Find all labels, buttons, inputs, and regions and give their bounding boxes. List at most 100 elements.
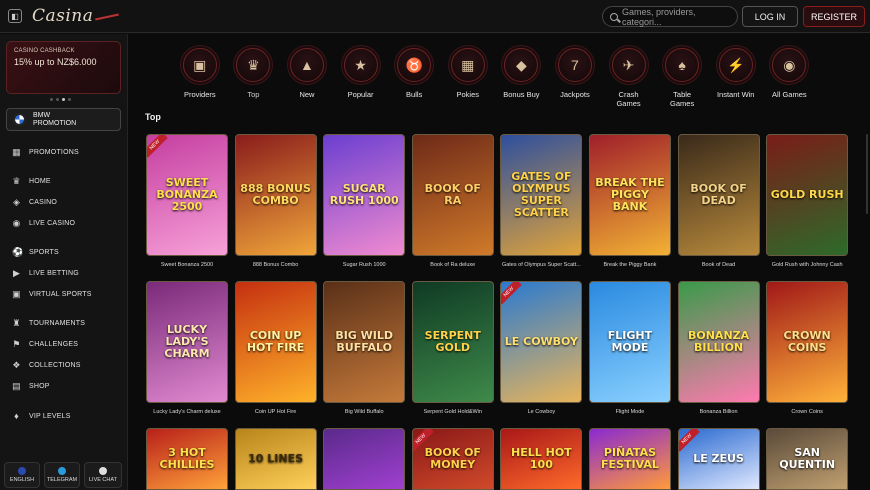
live-chat-button[interactable]: LIVE CHAT bbox=[84, 462, 122, 488]
game-thumbnail[interactable]: 10 LINES bbox=[234, 428, 317, 490]
sidebar-item-promotions[interactable]: ▦ PROMOTIONS bbox=[0, 142, 128, 163]
carousel-dot-active[interactable] bbox=[62, 98, 65, 101]
telegram-button[interactable]: TELEGRAM bbox=[44, 462, 80, 488]
sidebar-item-home[interactable]: ♛ HOME bbox=[0, 171, 128, 192]
game-thumbnail[interactable]: CROWN COINS bbox=[766, 281, 849, 403]
category-pokies[interactable]: ▦ Pokies bbox=[441, 48, 495, 108]
sidebar-item-virtual-sports[interactable]: ▣ VIRTUAL SPORTS bbox=[0, 284, 128, 305]
category-table-games[interactable]: ♠ Table Games bbox=[655, 48, 709, 108]
game-thumbnail[interactable] bbox=[323, 428, 406, 490]
scrollbar[interactable] bbox=[866, 134, 868, 214]
game-card[interactable]: GOLD RUSH Gold Rush with Johnny Cash bbox=[766, 134, 849, 281]
sidebar-item-challenges[interactable]: ⚑ CHALLENGES bbox=[0, 334, 128, 355]
casina-logo[interactable]: Casina bbox=[32, 6, 120, 26]
game-card[interactable]: CROWN COINS Crown Coins bbox=[766, 281, 849, 428]
game-thumbnail[interactable]: PIÑATAS FESTIVAL bbox=[588, 428, 671, 490]
category-new[interactable]: ▲ New bbox=[280, 48, 334, 108]
category-top[interactable]: ♛ Top bbox=[227, 48, 281, 108]
carousel-dot[interactable] bbox=[50, 98, 53, 101]
top-bar: ◧ Casina Games, providers, categori... L… bbox=[0, 0, 870, 33]
game-card[interactable]: FLIGHT MODE Flight Mode bbox=[588, 281, 671, 428]
cashback-promo-card[interactable]: CASINO CASHBACK 15% up to NZ$6.000 bbox=[6, 41, 121, 94]
sidebar-item-vip-levels[interactable]: ♦ VIP LEVELS bbox=[0, 406, 128, 427]
game-thumbnail[interactable]: BOOK OF RA bbox=[411, 134, 494, 256]
game-card[interactable]: NEW LE ZEUS bbox=[677, 428, 760, 490]
game-card[interactable]: SAN QUENTIN bbox=[766, 428, 849, 490]
category-icon: ⚡ bbox=[718, 48, 753, 82]
game-thumbnail[interactable]: COIN UP HOT FIRE bbox=[234, 281, 317, 403]
game-thumbnail[interactable]: NEW SWEET BONANZA 2500 bbox=[146, 134, 228, 256]
game-card[interactable]: BREAK THE PIGGY BANK Break the Piggy Bank bbox=[588, 134, 671, 281]
sidebar-item-collections[interactable]: ❖ COLLECTIONS bbox=[0, 355, 128, 376]
menu-toggle-icon[interactable]: ◧ bbox=[8, 9, 22, 23]
sidebar-item-shop[interactable]: ▤ SHOP bbox=[0, 376, 128, 397]
category-bulls[interactable]: ♉ Bulls bbox=[387, 48, 441, 108]
game-thumbnail[interactable]: NEW BOOK OF MONEY bbox=[411, 428, 494, 490]
bmw-promotion-button[interactable]: BMW PROMOTION bbox=[6, 108, 121, 131]
collection-icon: ❖ bbox=[12, 360, 21, 370]
game-card[interactable]: 3 HOT CHILLIES bbox=[146, 428, 228, 490]
game-thumbnail[interactable]: GATES OF OLYMPUS SUPER SCATTER bbox=[500, 134, 583, 256]
game-thumbnail[interactable]: SERPENT GOLD bbox=[411, 281, 494, 403]
category-crash-games[interactable]: ✈ Crash Games bbox=[602, 48, 656, 108]
game-thumbnail[interactable]: 3 HOT CHILLIES bbox=[146, 428, 228, 490]
category-providers[interactable]: ▣ Providers bbox=[173, 48, 227, 108]
game-name: Serpent Gold Hold&Win bbox=[423, 409, 482, 415]
language-button[interactable]: ENGLISH bbox=[4, 462, 40, 488]
game-card[interactable]: BONANZA BILLION Bonanza Billion bbox=[677, 281, 760, 428]
carousel-dot[interactable] bbox=[56, 98, 59, 101]
game-card[interactable]: PIÑATAS FESTIVAL bbox=[588, 428, 671, 490]
carousel-dot[interactable] bbox=[68, 98, 71, 101]
category-jackpots[interactable]: 7 Jackpots bbox=[548, 48, 602, 108]
game-thumbnail[interactable]: HELL HOT 100 bbox=[500, 428, 583, 490]
game-card[interactable]: BOOK OF DEAD Book of Dead bbox=[677, 134, 760, 281]
game-thumbnail[interactable]: BOOK OF DEAD bbox=[677, 134, 760, 256]
game-card[interactable]: LUCKY LADY'S CHARM Lucky Lady's Charm del… bbox=[146, 281, 228, 428]
category-bonus-buy[interactable]: ◆ Bonus Buy bbox=[495, 48, 549, 108]
sidebar-item-sports[interactable]: ⚽ SPORTS bbox=[0, 242, 128, 263]
sidebar-item-live-casino[interactable]: ◉ LIVE CASINO bbox=[0, 213, 128, 234]
game-thumbnail[interactable]: 888 BONUS COMBO bbox=[234, 134, 317, 256]
category-instant-win[interactable]: ⚡ Instant Win bbox=[709, 48, 763, 108]
sidebar-item-tournaments[interactable]: ♜ TOURNAMENTS bbox=[0, 313, 128, 334]
sidebar-item-casino[interactable]: ◈ CASINO bbox=[0, 192, 128, 213]
game-card[interactable]: SERPENT GOLD Serpent Gold Hold&Win bbox=[411, 281, 494, 428]
search-input[interactable]: Games, providers, categori... bbox=[602, 6, 738, 27]
category-bar: ▣ Providers ♛ Top ▲ New ★ Popular ♉ Bulls ▦ Pokies ◆… bbox=[173, 48, 816, 108]
game-thumbnail[interactable]: BIG WILD BUFFALO bbox=[323, 281, 406, 403]
game-thumbnail[interactable]: GOLD RUSH bbox=[766, 134, 849, 256]
game-card[interactable]: HELL HOT 100 bbox=[500, 428, 583, 490]
login-button[interactable]: LOG IN bbox=[742, 6, 798, 27]
category-popular[interactable]: ★ Popular bbox=[334, 48, 388, 108]
game-card[interactable]: COIN UP HOT FIRE Coin UP Hot Fire bbox=[234, 281, 317, 428]
promo-subtitle: CASINO CASHBACK bbox=[14, 48, 75, 54]
game-thumbnail[interactable]: SUGAR RUSH 1000 bbox=[323, 134, 406, 256]
game-art-title: LUCKY LADY'S CHARM bbox=[164, 323, 210, 360]
category-label: Bulls bbox=[406, 90, 423, 99]
game-thumbnail[interactable]: FLIGHT MODE bbox=[588, 281, 671, 403]
game-art-title: SUGAR RUSH 1000 bbox=[329, 182, 399, 207]
game-card[interactable]: NEW BOOK OF MONEY bbox=[411, 428, 494, 490]
game-thumbnail[interactable]: BREAK THE PIGGY BANK bbox=[588, 134, 671, 256]
game-card[interactable]: NEW SWEET BONANZA 2500 Sweet Bonanza 2500 bbox=[146, 134, 228, 281]
game-card[interactable]: GATES OF OLYMPUS SUPER SCATTER Gates of O… bbox=[500, 134, 583, 281]
game-thumbnail[interactable]: BONANZA BILLION bbox=[677, 281, 760, 403]
game-card[interactable]: NEW LE COWBOY Le Cowboy bbox=[500, 281, 583, 428]
new-badge: NEW bbox=[501, 282, 522, 305]
game-card[interactable] bbox=[323, 428, 406, 490]
game-thumbnail[interactable]: NEW LE COWBOY bbox=[500, 281, 583, 403]
game-thumbnail[interactable]: NEW LE ZEUS bbox=[677, 428, 760, 490]
game-card[interactable]: BIG WILD BUFFALO Big Wild Buffalo bbox=[323, 281, 406, 428]
sidebar-item-live-betting[interactable]: ▶ LIVE BETTING bbox=[0, 263, 128, 284]
category-label: Instant Win bbox=[716, 90, 755, 99]
register-button[interactable]: REGISTER bbox=[803, 6, 865, 27]
game-card[interactable]: 888 BONUS COMBO 888 Bonus Combo bbox=[234, 134, 317, 281]
game-art-title: BONANZA BILLION bbox=[687, 329, 750, 354]
game-card[interactable]: SUGAR RUSH 1000 Sugar Rush 1000 bbox=[323, 134, 406, 281]
game-thumbnail[interactable]: LUCKY LADY'S CHARM bbox=[146, 281, 228, 403]
nav-promotions-group: ▦ PROMOTIONS bbox=[0, 142, 128, 163]
game-thumbnail[interactable]: SAN QUENTIN bbox=[766, 428, 849, 490]
game-card[interactable]: 10 LINES bbox=[234, 428, 317, 490]
game-card[interactable]: BOOK OF RA Book of Ra deluxe bbox=[411, 134, 494, 281]
category-all-games[interactable]: ◉ All Games bbox=[763, 48, 817, 108]
